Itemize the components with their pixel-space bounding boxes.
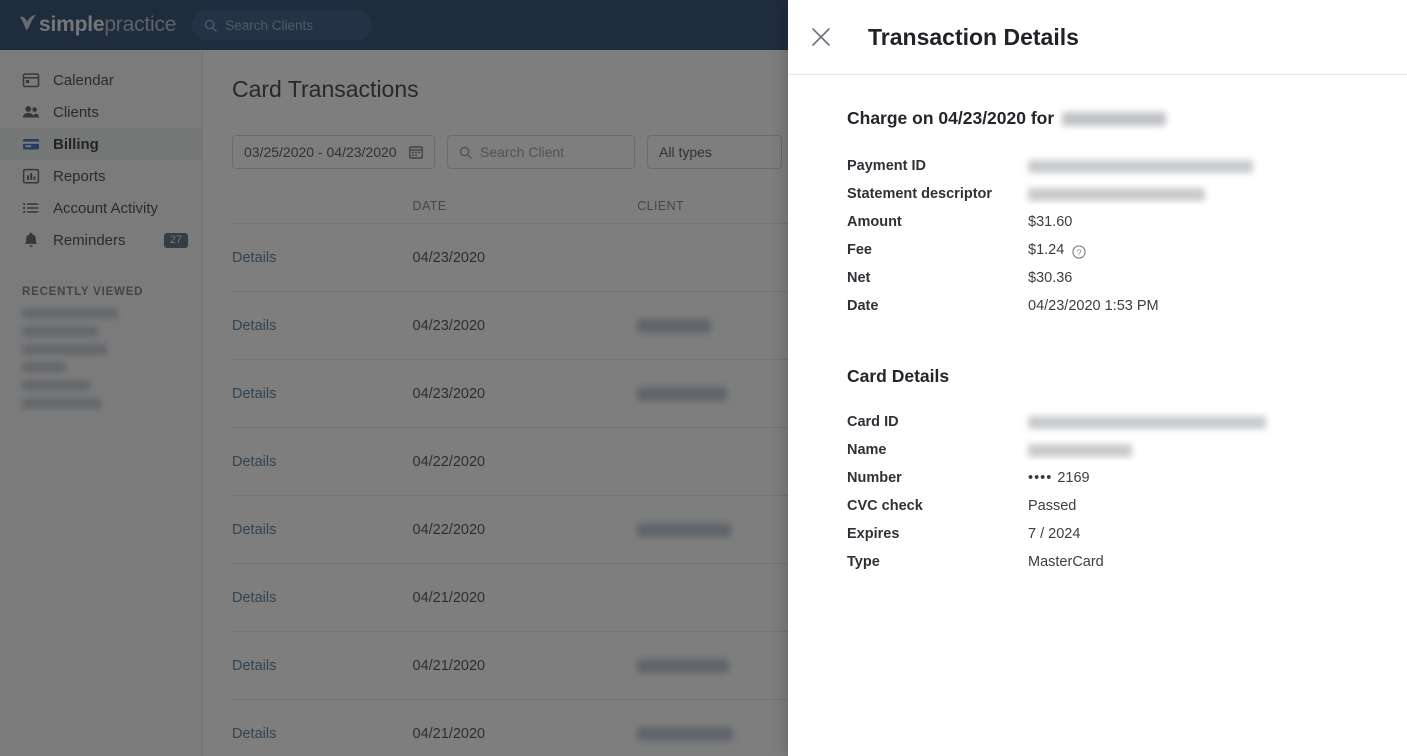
- field-label: Expires: [847, 526, 900, 542]
- field-value: •••• 2169: [1028, 467, 1090, 490]
- field-row: Expires 7 / 2024: [847, 523, 1407, 546]
- field-value-text: $1.24: [1028, 242, 1065, 258]
- field-value: [1028, 411, 1266, 429]
- field-label: Number: [847, 470, 902, 486]
- field-label: CVC check: [847, 498, 923, 514]
- field-value-text: $31.60: [1028, 214, 1073, 230]
- field-label: Fee: [847, 242, 872, 258]
- field-row: Card ID: [847, 411, 1407, 434]
- field-label: Type: [847, 554, 880, 570]
- charge-heading: Charge on 04/23/2020 for: [847, 108, 1407, 129]
- field-value: $30.36: [1028, 267, 1072, 290]
- field-label: Statement descriptor: [847, 186, 993, 202]
- field-value: MasterCard: [1028, 551, 1104, 574]
- redacted-value: [1028, 444, 1132, 457]
- field-label: Date: [847, 298, 879, 314]
- app-root: simple practice Search Clients: [0, 0, 1407, 756]
- transaction-field-list: Payment ID Statement descriptor Amount $31.…: [847, 155, 1407, 318]
- field-value: [1028, 183, 1205, 201]
- field-value-text: 04/23/2020 1:53 PM: [1028, 298, 1159, 314]
- close-icon[interactable]: [810, 26, 832, 48]
- field-label: Payment ID: [847, 158, 926, 174]
- field-value: 04/23/2020 1:53 PM: [1028, 295, 1159, 318]
- panel-body: Charge on 04/23/2020 for Payment ID State…: [788, 75, 1407, 756]
- transaction-details-panel: Transaction Details Charge on 04/23/2020…: [788, 0, 1407, 756]
- field-label: Net: [847, 270, 871, 286]
- redacted-value: [1028, 188, 1205, 201]
- field-row: Number •••• 2169: [847, 467, 1407, 490]
- masked-card-dots: ••••: [1028, 470, 1053, 486]
- field-value-text: 2169: [1057, 470, 1090, 486]
- panel-header: Transaction Details: [788, 0, 1407, 75]
- field-label: Card ID: [847, 414, 899, 430]
- field-row: Payment ID: [847, 155, 1407, 178]
- redacted-client-name: [1062, 111, 1167, 126]
- field-value-text: $30.36: [1028, 270, 1073, 286]
- field-value: Passed: [1028, 495, 1076, 518]
- field-value: $31.60: [1028, 211, 1072, 234]
- card-field-list: Card ID Name Number •••• 2169 CVC check Passed…: [847, 411, 1407, 574]
- svg-text:?: ?: [1077, 247, 1082, 257]
- field-value: [1028, 155, 1253, 173]
- charge-heading-text: Charge on 04/23/2020 for: [847, 108, 1055, 128]
- field-row: Date 04/23/2020 1:53 PM: [847, 295, 1407, 318]
- field-row: Statement descriptor: [847, 183, 1407, 206]
- field-row: Amount $31.60: [847, 211, 1407, 234]
- field-row: Name: [847, 439, 1407, 462]
- field-value-text: 7 / 2024: [1028, 526, 1081, 542]
- field-label: Amount: [847, 214, 902, 230]
- card-details-heading: Card Details: [847, 366, 950, 386]
- field-row: Fee $1.24?: [847, 239, 1407, 262]
- help-circle-icon[interactable]: ?: [1072, 244, 1086, 259]
- field-label: Name: [847, 442, 887, 458]
- field-value: 7 / 2024: [1028, 523, 1080, 546]
- field-value-text: MasterCard: [1028, 554, 1104, 570]
- redacted-value: [1028, 160, 1253, 173]
- modal-overlay-scrim[interactable]: [0, 0, 788, 756]
- field-row: Type MasterCard: [847, 551, 1407, 574]
- redacted-value: [1028, 416, 1266, 429]
- panel-title: Transaction Details: [868, 23, 1079, 50]
- field-row: CVC check Passed: [847, 495, 1407, 518]
- field-value-text: Passed: [1028, 498, 1077, 514]
- field-value: [1028, 439, 1132, 457]
- field-row: Net $30.36: [847, 267, 1407, 290]
- field-value: $1.24?: [1028, 239, 1086, 262]
